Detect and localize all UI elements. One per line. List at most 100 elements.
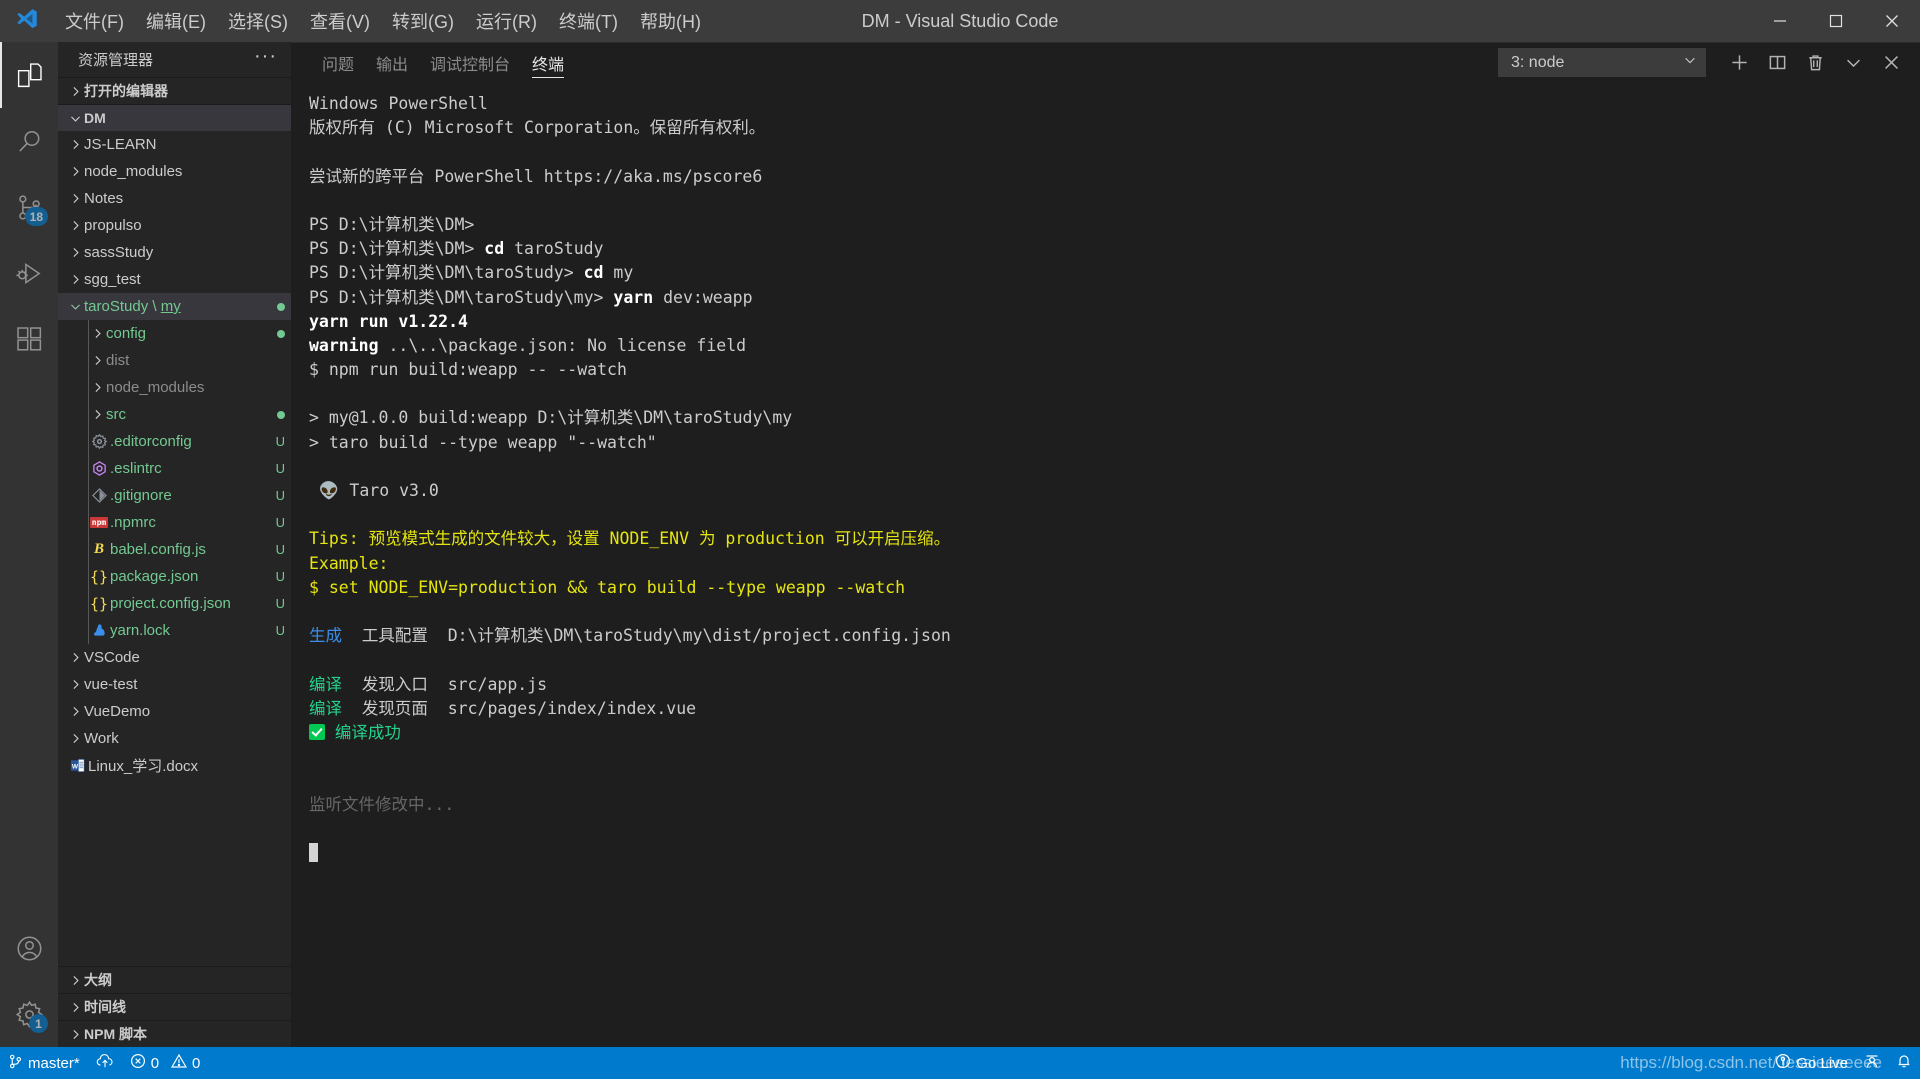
section-timeline[interactable]: 时间线 <box>58 993 291 1020</box>
sync-cloud-icon <box>96 1053 114 1073</box>
tree-item-label: package.json <box>110 568 199 585</box>
minimize-icon[interactable] <box>1752 0 1808 42</box>
sidebar-title: 资源管理器 <box>78 52 154 69</box>
menu-run[interactable]: 运行(R) <box>465 0 548 42</box>
tree-item[interactable]: vue-test <box>58 671 291 698</box>
menu-terminal[interactable]: 终端(T) <box>548 0 629 42</box>
sidebar-more-actions-icon[interactable]: ··· <box>248 46 283 69</box>
terminal-line: 尝试新的跨平台 PowerShell https://aka.ms/pscore… <box>309 165 1920 189</box>
tree-item[interactable]: node_modules <box>58 374 291 401</box>
sidebar-bottom-sections: 大纲 时间线 NPM 脚本 <box>58 966 291 1047</box>
tree-item[interactable]: VueDemo <box>58 698 291 725</box>
activity-explorer[interactable] <box>0 42 58 108</box>
tree-item[interactable]: sgg_test <box>58 266 291 293</box>
terminal-text: my <box>603 263 634 283</box>
menu-selection[interactable]: 选择(S) <box>217 0 299 42</box>
menu-view[interactable]: 查看(V) <box>299 0 381 42</box>
tree-item[interactable]: propulso <box>58 212 291 239</box>
tab-debug-console[interactable]: 调试控制台 <box>419 43 521 83</box>
terminal-text: 👽 Taro v3.0 <box>309 481 439 500</box>
terminal-text: cd <box>484 239 505 259</box>
tree-item-label: project.config.json <box>110 595 231 612</box>
maximize-icon[interactable] <box>1808 0 1864 42</box>
git-status-badge: U <box>275 461 285 476</box>
tab-output[interactable]: 输出 <box>365 43 419 83</box>
tree-item[interactable]: config <box>58 320 291 347</box>
tree-item[interactable]: Notes <box>58 185 291 212</box>
svg-text:W: W <box>71 763 78 770</box>
terminal-text: 编译 <box>309 674 342 694</box>
tab-problems[interactable]: 问题 <box>311 43 365 83</box>
terminal-text: $ set NODE_ENV=production && taro build … <box>309 577 906 597</box>
section-dm-label: DM <box>84 110 106 126</box>
activity-search[interactable] <box>0 108 58 174</box>
terminal-text: PS D:\计算机类\DM> <box>309 214 475 234</box>
activity-accounts[interactable] <box>0 915 58 981</box>
tree-item[interactable]: yarn.lock U <box>58 617 291 644</box>
menu-edit[interactable]: 编辑(E) <box>135 0 217 42</box>
close-icon[interactable] <box>1864 0 1920 42</box>
file-tree[interactable]: JS-LEARN node_modules Notes propulso sassStu… <box>58 131 291 966</box>
tree-item[interactable]: dist <box>58 347 291 374</box>
section-timeline-label: 时间线 <box>84 999 126 1015</box>
panel-maximize-button[interactable] <box>1834 44 1872 82</box>
tree-item[interactable]: Work <box>58 725 291 752</box>
terminal-line: 编译成功 <box>309 721 1920 745</box>
tree-indent-guide <box>88 347 89 374</box>
tree-item[interactable]: .eslintrc U <box>58 455 291 482</box>
menu-file[interactable]: 文件(F) <box>54 0 135 42</box>
tree-item[interactable]: VSCode <box>58 644 291 671</box>
status-go-live[interactable]: Go Live <box>1767 1047 1856 1079</box>
git-status-badge: U <box>275 596 285 611</box>
section-dm[interactable]: DM <box>58 104 291 131</box>
terminal-cursor <box>309 842 318 863</box>
tree-item[interactable]: npm .npmrc U <box>58 509 291 536</box>
section-npm-scripts[interactable]: NPM 脚本 <box>58 1020 291 1047</box>
tree-item[interactable]: Bbabel.config.js U <box>58 536 291 563</box>
terminal-text: dev:weapp <box>653 287 753 307</box>
activity-extensions[interactable] <box>0 306 58 372</box>
eslint-icon <box>88 461 110 476</box>
tree-item[interactable]: taroStudy \ my <box>58 293 291 320</box>
terminal-line: warning ..\..\package.json: No license f… <box>309 334 1920 358</box>
status-feedback[interactable] <box>1856 1047 1888 1079</box>
tree-item[interactable]: {} project.config.json U <box>58 590 291 617</box>
sidebar-explorer: 资源管理器 ··· 打开的编辑器 DM JS-LEARN node_modules… <box>58 42 291 1047</box>
terminal-text: 发现入口 src/app.js <box>342 674 548 694</box>
section-open-editors[interactable]: 打开的编辑器 <box>58 77 291 104</box>
chevron-right-icon <box>66 190 84 208</box>
status-notifications[interactable] <box>1888 1047 1920 1079</box>
terminal-selector-dropdown[interactable]: 3: node <box>1498 48 1706 77</box>
new-terminal-button[interactable] <box>1720 44 1758 82</box>
tree-item[interactable]: W Linux_学习.docx <box>58 752 291 779</box>
window-controls <box>1752 0 1920 42</box>
close-panel-button[interactable] <box>1872 44 1910 82</box>
menu-go[interactable]: 转到(G) <box>381 0 465 42</box>
chevron-right-icon <box>66 649 84 667</box>
terminal-selector-value: 3: node <box>1511 53 1565 71</box>
menu-help[interactable]: 帮助(H) <box>629 0 712 42</box>
section-outline[interactable]: 大纲 <box>58 966 291 993</box>
tree-item[interactable]: JS-LEARN <box>58 131 291 158</box>
terminal-text: > taro build --type weapp "--watch" <box>309 432 657 452</box>
terminal-output[interactable]: Windows PowerShell 版权所有 (C) Microsoft Cor… <box>291 82 1920 1047</box>
tree-item[interactable]: node_modules <box>58 158 291 185</box>
kill-terminal-button[interactable] <box>1796 44 1834 82</box>
chevron-right-icon <box>66 676 84 694</box>
status-sync[interactable] <box>88 1047 122 1079</box>
status-problems[interactable]: 0 0 <box>122 1047 209 1079</box>
split-terminal-button[interactable] <box>1758 44 1796 82</box>
tree-item[interactable]: sassStudy <box>58 239 291 266</box>
status-branch[interactable]: master* <box>0 1047 88 1079</box>
tree-item[interactable]: {} package.json U <box>58 563 291 590</box>
tree-item-label: .eslintrc <box>110 460 162 477</box>
activity-source-control[interactable]: 18 <box>0 174 58 240</box>
tree-item[interactable]: .gitignore U <box>58 482 291 509</box>
tree-item[interactable]: .editorconfig U <box>58 428 291 455</box>
tree-item[interactable]: src <box>58 401 291 428</box>
activity-run-debug[interactable] <box>0 240 58 306</box>
activity-settings[interactable]: 1 <box>0 981 58 1047</box>
tab-terminal[interactable]: 终端 <box>521 43 575 83</box>
terminal-text: PS D:\计算机类\DM\taroStudy\my> <box>309 287 614 307</box>
